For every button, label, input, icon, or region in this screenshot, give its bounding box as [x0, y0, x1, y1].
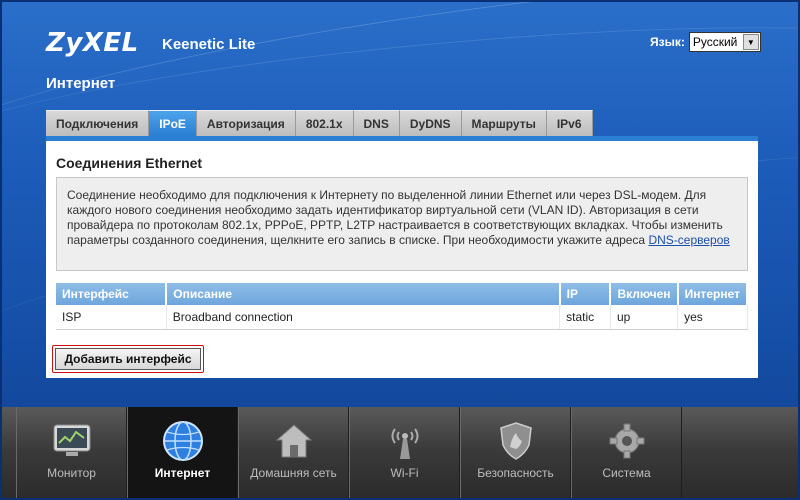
cell-ip: static	[559, 305, 611, 330]
tab-authorization[interactable]: Авторизация	[196, 110, 296, 136]
dock-item-internet[interactable]: Интернет	[127, 407, 238, 498]
monitor-icon	[50, 419, 94, 463]
dock-item-system[interactable]: Система	[571, 407, 682, 498]
cell-interface: ISP	[56, 305, 167, 330]
dock-label-internet: Интернет	[154, 466, 211, 480]
dock-label-monitor: Монитор	[47, 466, 96, 480]
column-header-ip[interactable]: IP	[559, 283, 612, 305]
router-admin-window: ZyXEL Keenetic Lite Язык: Русский ▼ Инте…	[0, 0, 800, 500]
panel-title: Соединения Ethernet	[56, 155, 203, 171]
dock-label-wifi: Wi-Fi	[390, 466, 419, 480]
tab-8021x[interactable]: 802.1x	[295, 110, 354, 136]
add-interface-button[interactable]: Добавить интерфейс	[55, 348, 201, 370]
interfaces-table: Интерфейс Описание IP Включен Интернет I…	[56, 283, 749, 330]
tab-ipoe[interactable]: IPoE	[149, 110, 197, 136]
tab-dns[interactable]: DNS	[353, 110, 400, 136]
column-header-description[interactable]: Описание	[166, 283, 561, 305]
language-value: Русский	[692, 35, 738, 49]
dock-item-security[interactable]: Безопасность	[460, 407, 571, 498]
table-row[interactable]: ISP Broadband connection static up yes	[56, 305, 748, 330]
add-interface-button-highlight: Добавить интерфейс	[52, 345, 204, 373]
bottom-dock: Монитор Интернет Домашняя сеть Wi-Fi Без…	[2, 407, 798, 498]
tab-connections[interactable]: Подключения	[46, 110, 150, 136]
cell-description: Broadband connection	[166, 305, 561, 330]
dock-item-monitor[interactable]: Монитор	[16, 407, 127, 498]
dock-label-system: Система	[602, 466, 651, 480]
globe-icon	[161, 419, 205, 463]
home-icon	[272, 419, 316, 463]
dns-servers-link[interactable]: DNS-серверов	[648, 233, 729, 247]
cell-enabled: up	[610, 305, 679, 330]
table-header-row: Интерфейс Описание IP Включен Интернет	[56, 283, 749, 305]
language-label: Язык:	[650, 35, 685, 49]
content-panel: Соединения Ethernet Соединение необходим…	[46, 136, 758, 378]
dock-label-home-network: Домашняя сеть	[250, 466, 337, 480]
cell-internet: yes	[677, 305, 748, 330]
model-name: Keenetic Lite	[162, 36, 256, 53]
wifi-antenna-icon	[383, 419, 427, 463]
column-header-interface[interactable]: Интерфейс	[56, 283, 168, 305]
language-select[interactable]: Русский ▼	[688, 32, 761, 52]
page-title: Интернет	[46, 75, 116, 92]
chevron-down-icon[interactable]: ▼	[742, 34, 759, 50]
language-selector-group: Язык: Русский ▼	[650, 32, 761, 52]
tab-ipv6[interactable]: IPv6	[546, 110, 593, 136]
dock-item-wifi[interactable]: Wi-Fi	[349, 407, 460, 498]
shield-icon	[494, 419, 538, 463]
column-header-internet[interactable]: Интернет	[677, 283, 749, 305]
dock-item-home-network[interactable]: Домашняя сеть	[238, 407, 349, 498]
tab-routes[interactable]: Маршруты	[461, 110, 547, 136]
column-header-enabled[interactable]: Включен	[610, 283, 679, 305]
tab-bar: Подключения IPoE Авторизация 802.1x DNS …	[46, 110, 593, 136]
gear-icon	[605, 419, 649, 463]
zyxel-logo: ZyXEL	[46, 28, 139, 58]
info-text: Соединение необходимо для подключения к …	[67, 188, 723, 247]
dock-label-security: Безопасность	[477, 466, 554, 480]
info-box: Соединение необходимо для подключения к …	[56, 177, 748, 271]
tab-dydns[interactable]: DyDNS	[399, 110, 462, 136]
